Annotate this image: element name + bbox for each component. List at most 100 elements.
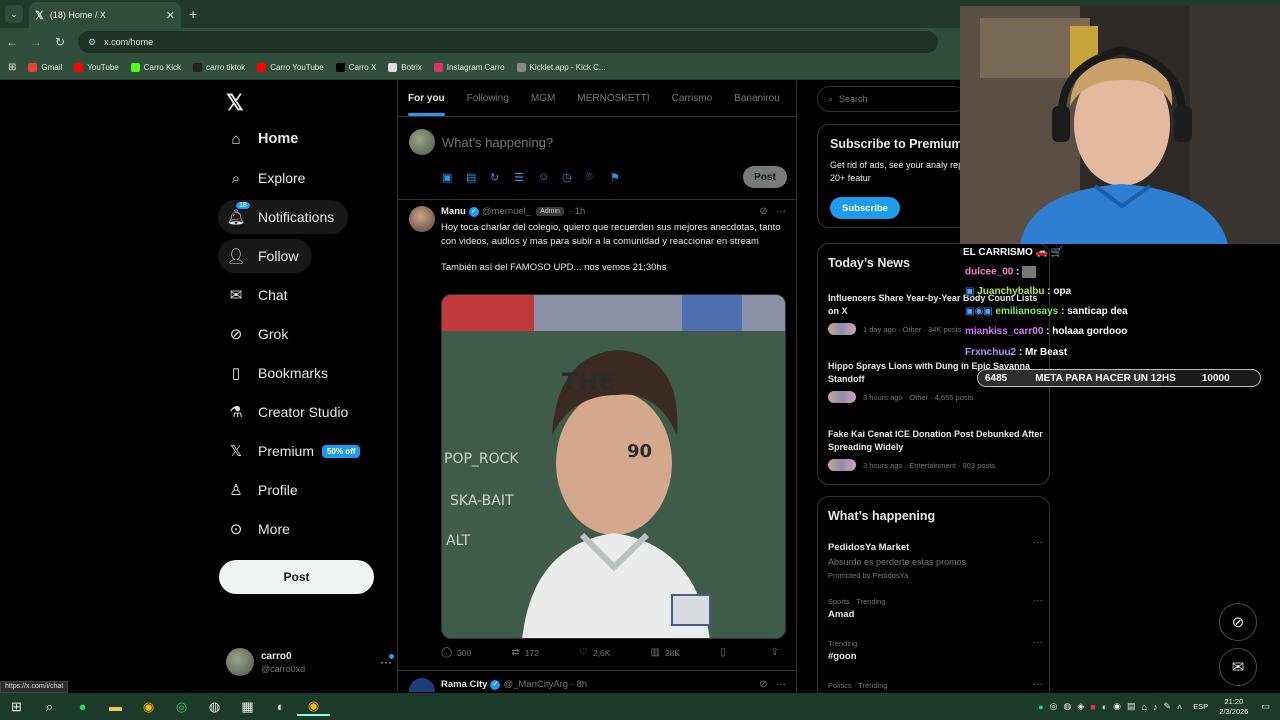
trend-item[interactable]: Politics · Trending ··· xyxy=(828,679,1043,690)
url-field[interactable]: ⚙ x.com/home xyxy=(78,31,938,53)
tab-mernosketti[interactable]: MERNOSKETTI xyxy=(577,93,649,104)
trend-item[interactable]: Trending #goon ··· xyxy=(828,637,1043,662)
grok-icon[interactable]: ⊘ xyxy=(759,206,767,217)
nav-creator-studio[interactable]: ⚗ Creator Studio xyxy=(218,395,362,429)
tab-mgm[interactable]: MGM xyxy=(531,93,555,104)
tab-carrismo[interactable]: Carrismo xyxy=(672,93,713,104)
more-icon[interactable]: ··· xyxy=(1033,679,1043,690)
avatar[interactable] xyxy=(409,678,435,692)
network-icon[interactable]: ⌂ xyxy=(1142,702,1147,712)
search-icon[interactable]: ⌕ xyxy=(33,699,66,715)
grok-icon[interactable]: ⊘ xyxy=(759,679,767,690)
bookmark-item[interactable]: YouTube xyxy=(74,63,119,72)
nav-follow[interactable]: 👤︎ Follow xyxy=(218,239,313,273)
bookmark-button[interactable]: ▯ xyxy=(720,647,731,658)
gif-icon[interactable]: ▤ xyxy=(466,171,490,184)
search-input[interactable]: ⌕ Search xyxy=(817,86,967,112)
browser-tab-active[interactable]: 𝕏 (18) Home / X ✕ xyxy=(29,2,181,28)
nav-premium[interactable]: 𝕏 Premium 50% off xyxy=(218,434,374,468)
more-icon[interactable]: ··· xyxy=(1033,537,1043,548)
grok-icon[interactable]: ↻ xyxy=(490,171,514,184)
more-icon[interactable]: ··· xyxy=(1033,595,1043,606)
bookmark-item[interactable]: Instagram Carro xyxy=(433,63,505,72)
emoji-icon[interactable]: ☺ xyxy=(538,171,562,184)
bookmark-item[interactable]: Carro Kick xyxy=(130,63,181,72)
tab-search-icon[interactable]: ⌄ xyxy=(5,5,23,23)
tray-app-icon[interactable]: ■ xyxy=(1090,702,1095,712)
store-icon[interactable]: ▦ xyxy=(231,699,264,715)
tray-app-icon[interactable]: ▤ xyxy=(1127,701,1136,712)
tray-app-icon[interactable]: ● xyxy=(1038,702,1043,712)
bookmark-item[interactable]: Carro YouTube xyxy=(257,63,324,72)
file-explorer-icon[interactable]: ▬ xyxy=(99,699,132,714)
volume-icon[interactable]: ♪ xyxy=(1153,702,1158,712)
new-tab-icon[interactable]: + xyxy=(189,6,197,22)
nav-bookmarks[interactable]: ▯ Bookmarks xyxy=(218,356,342,390)
site-info-icon[interactable]: ⚙ xyxy=(88,37,96,48)
trend-item[interactable]: Sports · Trending Amad ··· xyxy=(828,595,1043,620)
tweet[interactable]: Manu ✓ @mernuel_ Admin · 1h ⊘ ··· Hoy to… xyxy=(398,201,796,671)
compose-post-button[interactable]: Post xyxy=(743,166,787,188)
tab-following[interactable]: Following xyxy=(467,93,509,104)
nav-more[interactable]: ⊙ More xyxy=(218,512,304,546)
tray-app-icon[interactable]: ◉ xyxy=(1113,701,1121,712)
avatar[interactable] xyxy=(409,129,435,155)
x-logo-icon[interactable]: 𝕏 xyxy=(226,90,244,116)
apps-grid-icon[interactable]: ⊞ xyxy=(8,62,16,73)
chevron-up-icon[interactable]: ˄ xyxy=(1177,702,1182,712)
spotify-icon[interactable]: ● xyxy=(66,699,99,714)
nav-notifications[interactable]: 🔔︎ 18 Notifications xyxy=(218,200,349,234)
nav-home[interactable]: ⌂ Home xyxy=(218,122,312,156)
share-button[interactable]: ⇪ xyxy=(771,647,784,658)
tweet-time[interactable]: 8h xyxy=(576,679,587,690)
tab-for-you[interactable]: For you xyxy=(408,93,445,116)
more-icon[interactable]: ··· xyxy=(776,206,786,217)
chat-fab-icon[interactable]: ✉ xyxy=(1219,648,1257,686)
tray-app-icon[interactable]: ◍ xyxy=(1063,701,1071,712)
app-icon[interactable]: ◍ xyxy=(198,699,231,715)
tweet-time[interactable]: 1h xyxy=(575,206,586,217)
nav-chat[interactable]: ✉ Chat xyxy=(218,278,302,312)
obs-icon[interactable]: ◐ xyxy=(264,699,297,714)
nav-profile[interactable]: ♙ Profile xyxy=(218,473,312,507)
account-switcher[interactable]: carro0 @carro0xd ··· xyxy=(226,648,394,676)
clock[interactable]: 21:20 2/3/2026 xyxy=(1219,697,1248,717)
bookmark-item[interactable]: carro tiktok xyxy=(193,63,245,72)
tweet-author-name[interactable]: Manu xyxy=(441,206,466,217)
bookmark-item[interactable]: Botrix xyxy=(388,63,422,72)
close-tab-icon[interactable]: ✕ xyxy=(166,9,175,22)
forward-icon[interactable]: → xyxy=(24,35,48,49)
whatsapp-icon[interactable]: ◎ xyxy=(165,699,198,715)
tweet[interactable]: Rama City ✓ @_ManCityArg · 8h ⊘ ··· xyxy=(398,672,796,692)
more-icon[interactable]: ··· xyxy=(1033,637,1043,648)
tab-bananirou[interactable]: Bananirou xyxy=(734,93,780,104)
nav-grok[interactable]: ⊘ Grok xyxy=(218,317,302,351)
flag-icon[interactable]: ⚑ xyxy=(610,171,634,184)
compose-input[interactable]: What’s happening? xyxy=(442,135,553,150)
chrome-active-icon[interactable]: ◉ xyxy=(297,698,330,716)
grok-fab-icon[interactable]: ⊘ xyxy=(1219,603,1257,641)
news-item[interactable]: Fake Kai Cenat ICE Donation Post Debunke… xyxy=(828,428,1043,471)
repost-button[interactable]: ⇄ 172 xyxy=(511,647,539,658)
subscribe-button[interactable]: Subscribe xyxy=(830,197,900,219)
trend-item[interactable]: PedidosYa Market Absurdo es perderte est… xyxy=(828,537,1043,580)
tweet-photo[interactable]: THE 90 POP_ROCK SKA-BAIT ALT xyxy=(441,294,786,639)
pen-icon[interactable]: ✎ xyxy=(1163,701,1171,712)
image-icon[interactable]: ▣ xyxy=(442,171,466,184)
reply-button[interactable]: ◯ 300 xyxy=(441,647,471,658)
bookmark-item[interactable]: Kicklet.app - Kick C... xyxy=(516,63,606,72)
avatar[interactable] xyxy=(409,206,435,232)
windows-start-icon[interactable]: ⊞ xyxy=(0,699,33,715)
bookmark-item[interactable]: Carro X xyxy=(335,63,376,72)
tray-app-icon[interactable]: ◈ xyxy=(1077,701,1084,712)
tweet-author-name[interactable]: Rama City xyxy=(441,679,487,690)
more-icon[interactable]: ··· xyxy=(776,679,786,690)
tweet-author-handle[interactable]: @mernuel_ xyxy=(482,206,531,217)
like-button[interactable]: ♡ 2,6K xyxy=(579,647,610,658)
back-icon[interactable]: ← xyxy=(0,35,24,49)
bookmark-item[interactable]: Gmail xyxy=(28,63,62,72)
poll-icon[interactable]: ☰ xyxy=(514,171,538,184)
schedule-icon[interactable]: ◷ xyxy=(562,171,586,184)
tray-app-icon[interactable]: ◐ xyxy=(1102,702,1107,712)
language-indicator[interactable]: ESP xyxy=(1193,702,1208,711)
